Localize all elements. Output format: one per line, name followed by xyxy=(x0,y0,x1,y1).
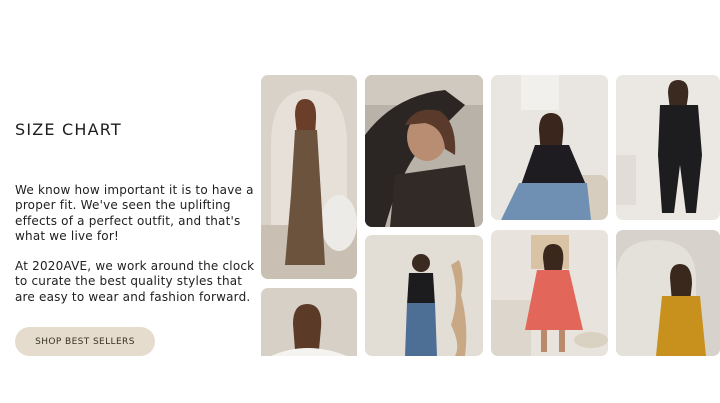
photo-mustard-top[interactable] xyxy=(616,230,720,356)
photo-black-tank-jeans-back[interactable] xyxy=(365,235,483,356)
photo-gallery xyxy=(261,75,720,356)
photo-brown-maxi-dress[interactable] xyxy=(261,75,357,279)
photo-coral-tiered-dress[interactable] xyxy=(491,230,608,356)
photo-black-top-jeans-sitting[interactable] xyxy=(491,75,608,220)
photo-sheer-black-top-closeup[interactable] xyxy=(365,75,483,227)
intro-paragraph: We know how important it is to have a pr… xyxy=(15,183,254,243)
about-paragraph: At 2020AVE, we work around the clock to … xyxy=(15,259,255,304)
photo-black-jumpsuit[interactable] xyxy=(616,75,720,220)
shop-best-sellers-button[interactable]: SHOP BEST SELLERS xyxy=(15,327,155,356)
photo-white-offshoulder-top[interactable] xyxy=(261,288,357,356)
size-chart-title: SIZE CHART xyxy=(15,120,122,139)
